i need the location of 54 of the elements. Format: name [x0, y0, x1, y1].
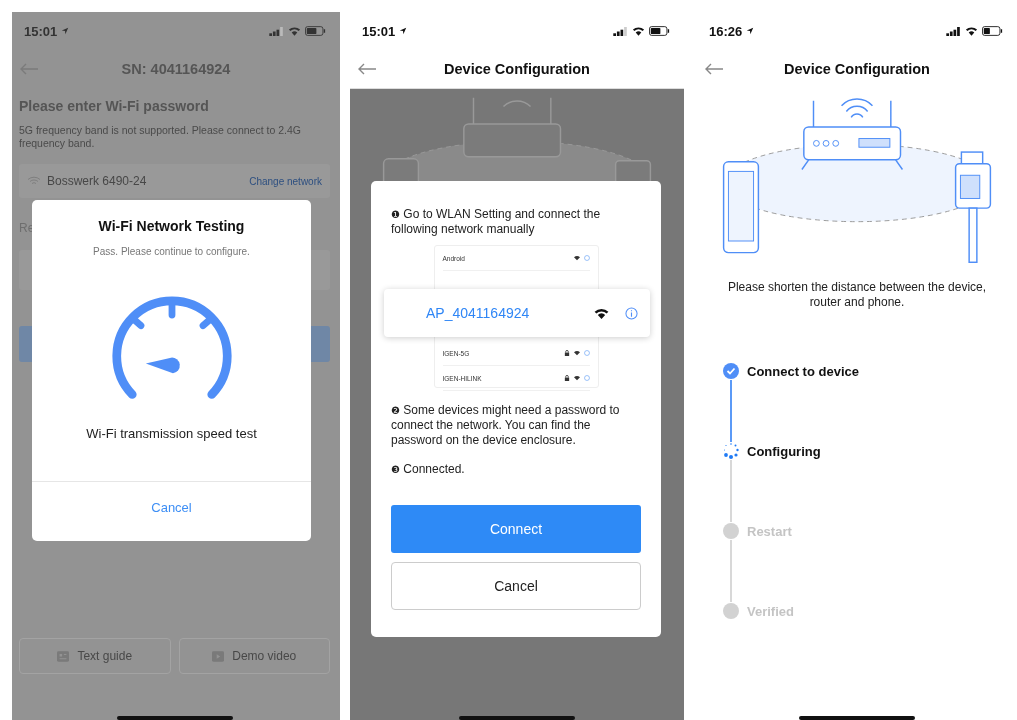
frequency-note: 5G frequency band is not supported. Please connect to 2.4G frequency band. [19, 124, 302, 150]
battery-icon [982, 26, 1003, 36]
wifi-icon [27, 176, 41, 186]
network-field[interactable]: Bosswerk 6490-24 Change network [19, 164, 330, 198]
dialog-subtitle: Pass. Please continue to configure. [93, 246, 250, 257]
wifi-icon [632, 26, 645, 36]
step-label: Connect to device [747, 363, 859, 379]
location-arrow-icon [399, 27, 408, 35]
screen-title: Device Configuration [784, 61, 930, 77]
wifi-icon [573, 350, 580, 356]
screen-title: SN: 4041164924 [121, 61, 231, 77]
lock-icon [563, 350, 570, 356]
cancel-button[interactable]: Cancel [143, 498, 200, 517]
guide-button[interactable]: Text guide [19, 638, 171, 674]
dialog-title: Wi-Fi Network Testing [98, 218, 245, 234]
wifi-icon [594, 307, 609, 319]
wifi-icon [573, 255, 580, 261]
info-icon [583, 350, 590, 356]
status-time: 15:01 [24, 23, 58, 39]
section-heading: Please enter Wi-Fi password [19, 98, 210, 114]
change-network-link[interactable]: Change network [249, 175, 322, 187]
cancel-button[interactable]: Cancel [391, 562, 641, 610]
guide-button[interactable]: Demo video [178, 638, 330, 674]
lock-icon [563, 375, 570, 381]
signal-icon [946, 26, 961, 36]
wifi-icon [573, 375, 580, 381]
instruction-text: ❶ Go to WLAN Setting and connect the following network manually [391, 207, 602, 237]
step-label: Configuring [747, 443, 821, 459]
info-icon [583, 255, 590, 261]
back-arrow-icon[interactable] [357, 63, 377, 75]
back-arrow-icon[interactable] [704, 63, 724, 75]
wifi-icon [288, 26, 301, 36]
instruction-text: ❷ Some devices might need a password to connect the network. You can find the password on the device enclosure. [391, 403, 621, 448]
step-label: Verified [747, 603, 794, 619]
status-time: 16:26 [709, 23, 743, 39]
highlighted-network-card[interactable]: AP_4041164924 [384, 289, 650, 337]
wifi-icon [965, 26, 978, 36]
info-icon [625, 306, 638, 320]
status-time: 15:01 [362, 23, 396, 39]
signal-icon [613, 26, 628, 36]
dialog-caption: Wi-Fi transmission speed test [86, 426, 257, 441]
document-icon [57, 650, 70, 662]
screen-title: Device Configuration [444, 61, 590, 77]
location-arrow-icon [746, 27, 755, 35]
connect-button[interactable]: Connect [391, 505, 641, 553]
distance-hint: Please shorten the distance between the device, router and phone. [726, 280, 988, 310]
battery-icon [305, 26, 326, 36]
location-arrow-icon [61, 27, 70, 35]
step-label: Restart [747, 523, 792, 539]
instruction-text: ❸ Connected. [391, 462, 466, 477]
info-icon [583, 375, 590, 381]
signal-icon [269, 26, 284, 36]
play-icon [212, 650, 225, 662]
battery-icon [649, 26, 670, 36]
